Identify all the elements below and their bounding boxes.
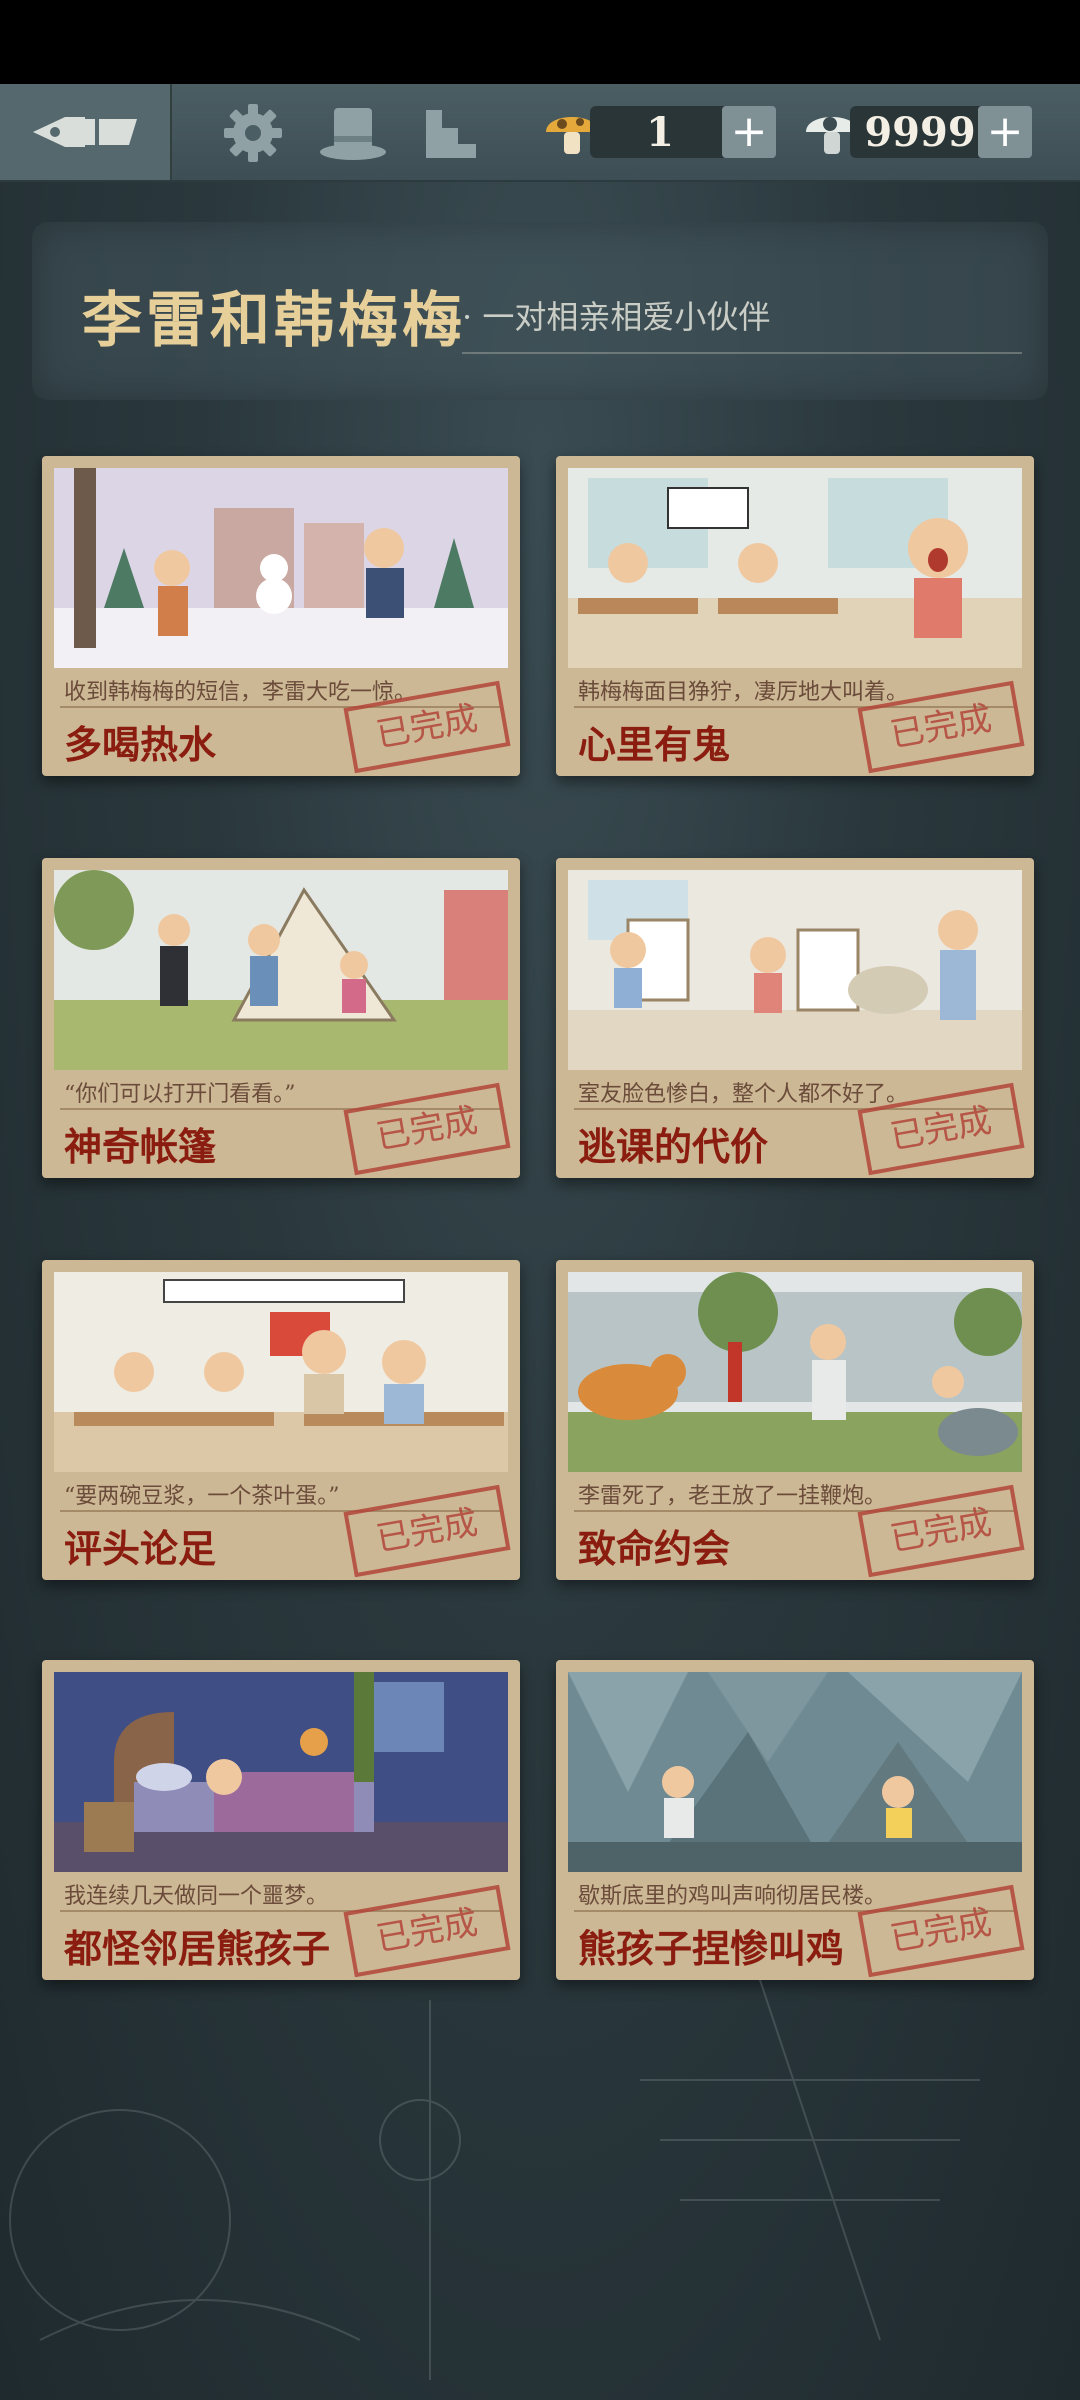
card-illustration: [568, 1672, 1022, 1872]
mushroom-count: 1: [590, 106, 730, 158]
card-title: 逃课的代价: [578, 1124, 769, 1169]
chapter-title: 李雷和韩梅梅: [82, 286, 466, 356]
card-illustration: [568, 468, 1022, 668]
level-card-3[interactable]: “你们可以打开门看看。” 神奇帐篷 已完成: [42, 858, 520, 1178]
card-title: 神奇帐篷: [64, 1124, 217, 1169]
top-toolbar: 1 + 9999 +: [0, 84, 1080, 182]
add-coin-button[interactable]: +: [978, 106, 1032, 158]
status-bar: [0, 0, 1080, 84]
top-hat-icon[interactable]: [318, 102, 388, 164]
chalkboard-decoration: [9, 1979, 980, 2380]
gear-icon[interactable]: [222, 102, 284, 164]
level-card-7[interactable]: 我连续几天做同一个噩梦。 都怪邻居熊孩子 已完成: [42, 1660, 520, 1980]
level-card-8[interactable]: 歇斯底里的鸡叫声响彻居民楼。 熊孩子捏惨叫鸡 已完成: [556, 1660, 1034, 1980]
level-card-2[interactable]: 韩梅梅面目狰狞，凄厉地大叫着。 心里有鬼 已完成: [556, 456, 1034, 776]
card-illustration: [568, 870, 1022, 1070]
card-illustration: [54, 468, 508, 668]
level-card-1[interactable]: 收到韩梅梅的短信，李雷大吃一惊。 多喝热水 已完成: [42, 456, 520, 776]
card-title: 心里有鬼: [578, 722, 731, 767]
fountain-pen-icon: [33, 117, 137, 147]
card-title: 评头论足: [64, 1526, 217, 1571]
card-illustration: [568, 1272, 1022, 1472]
level-card-5[interactable]: “要两碗豆浆，一个茶叶蛋。” 评头论足 已完成: [42, 1260, 520, 1580]
card-title: 致命约会: [578, 1526, 731, 1571]
stairs-icon[interactable]: [420, 102, 482, 164]
banner-divider: [462, 352, 1022, 354]
level-card-4[interactable]: 室友脸色惨白，整个人都不好了。 逃课的代价 已完成: [556, 858, 1034, 1178]
level-card-6[interactable]: 李雷死了，老王放了一挂鞭炮。 致命约会 已完成: [556, 1260, 1034, 1580]
card-title: 多喝热水: [64, 722, 217, 767]
back-button[interactable]: [0, 84, 172, 180]
card-illustration: [54, 1672, 508, 1872]
chapter-subtitle: · 一对相亲相爱小伙伴: [462, 298, 771, 336]
chapter-banner: 李雷和韩梅梅 · 一对相亲相爱小伙伴: [32, 222, 1048, 400]
coin-count: 9999: [850, 106, 990, 158]
card-illustration: [54, 870, 508, 1070]
add-mushroom-button[interactable]: +: [722, 106, 776, 158]
card-illustration: [54, 1272, 508, 1472]
